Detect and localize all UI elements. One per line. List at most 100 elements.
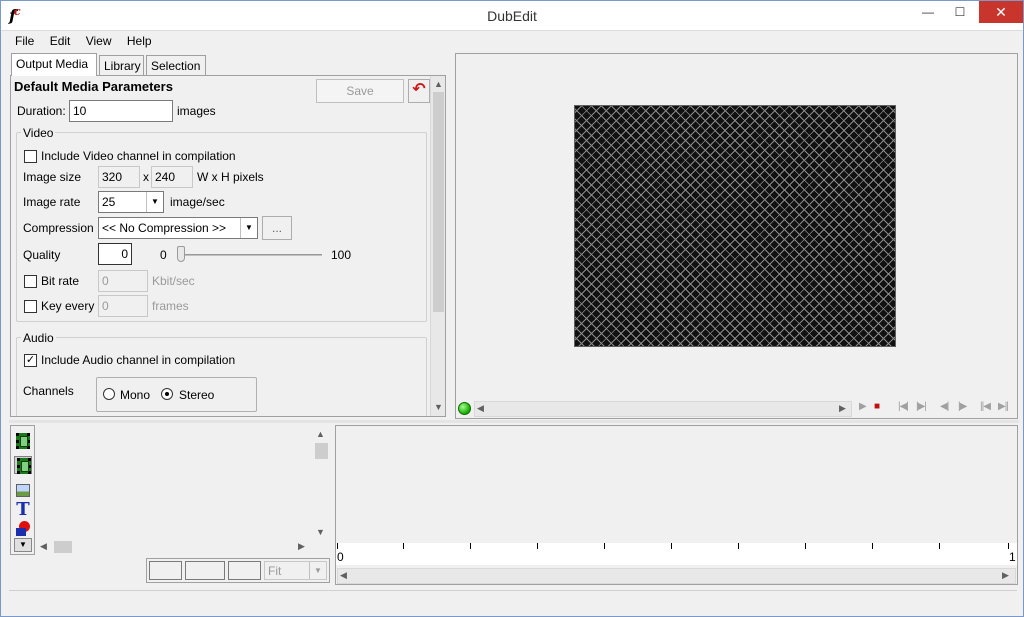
menu-view[interactable]: View [80,32,118,48]
ruler-start-label: 0 [337,550,344,564]
scroll-left-icon[interactable]: ◀ [477,403,484,414]
timeline-ruler[interactable]: 0 1 [336,543,1017,565]
stereo-radio[interactable] [161,388,173,400]
params-heading: Default Media Parameters [14,79,173,94]
size-unit: W x H pixels [197,170,264,184]
image-height-input[interactable]: 240 [151,166,193,188]
chevron-down-icon[interactable]: ▼ [146,192,163,212]
library-hscroll-thumb[interactable] [54,541,72,553]
field-2[interactable] [185,561,225,580]
chevron-down-icon[interactable]: ▼ [309,562,326,579]
menu-file[interactable]: File [9,32,40,48]
quality-min-label: 0 [160,248,167,262]
scroll-right-icon[interactable]: ▶ [839,403,846,414]
close-button[interactable]: ✕ [979,1,1023,23]
scroll-right-icon[interactable]: ▶ [1002,570,1009,581]
duration-label: Duration: [17,104,66,118]
green-led-icon [458,402,471,415]
key-every-input[interactable]: 0 [98,295,148,317]
include-audio-label: Include Audio channel in compilation [41,353,236,367]
preview-panel: ◀ ▶ ▶ ■ |◀| |▶| ◀| |▶ ||◀ ▶|| [455,53,1018,419]
timeline-panel: 0 1 ◀ ▶ [335,425,1018,585]
scroll-up-icon[interactable]: ▲ [434,79,443,89]
compression-label: Compression [23,221,94,235]
zoom-value: Fit [268,564,282,578]
compression-options-button[interactable]: ... [262,216,292,240]
step-back-icon[interactable]: |◀| [898,401,909,412]
step-forward-icon[interactable]: |▶| [916,401,927,412]
library-vscrollbar[interactable]: ▲ ▼ [313,427,329,537]
status-bar [9,590,1017,610]
field-1[interactable] [149,561,182,580]
image-rate-select[interactable]: 25 ▼ [98,191,164,213]
go-start-icon[interactable]: ||◀ [980,401,991,412]
bitrate-unit: Kbit/sec [152,274,195,288]
image-width-input[interactable]: 320 [98,166,140,188]
transport-bar: ◀ ▶ ▶ ■ |◀| |▶| ◀| |▶ ||◀ ▶|| [456,400,1017,418]
size-separator: x [143,170,149,184]
tab-output-media[interactable]: Output Media [11,53,97,76]
tab-library[interactable]: Library [99,55,144,75]
scroll-left-icon[interactable]: ◀ [340,570,347,581]
bitrate-input[interactable]: 0 [98,270,148,292]
mark-out-icon[interactable]: |▶ [958,401,967,412]
scroll-down-icon[interactable]: ▼ [434,402,443,412]
scroll-right-icon[interactable]: ▶ [298,541,305,552]
shapes-icon[interactable] [14,520,32,538]
menu-help[interactable]: Help [121,32,158,48]
save-button[interactable]: Save [316,79,404,103]
library-list: ▲ ▼ ◀ ▶ [38,425,330,555]
quality-label: Quality [23,248,61,262]
minimize-button[interactable]: — [913,1,943,23]
quality-slider-track[interactable] [179,254,322,256]
include-audio-checkbox[interactable]: ✓ [24,354,37,367]
tab-selection[interactable]: Selection [146,55,206,75]
horizontal-splitter[interactable] [9,420,1019,423]
tools-more-icon[interactable]: ▼ [14,538,32,552]
preview-position-scrollbar[interactable]: ◀ ▶ [474,401,852,417]
video-clip-icon[interactable] [14,456,32,474]
duration-input[interactable]: 10 [69,100,173,122]
scroll-left-icon[interactable]: ◀ [40,541,47,552]
main-window: fc DubEdit — ☐ ✕ File Edit View Help Out… [0,0,1024,617]
audio-group-label: Audio [21,331,56,345]
quality-input[interactable]: 0 [98,243,132,265]
key-every-label: Key every [41,299,95,313]
mono-radio[interactable] [103,388,115,400]
bitrate-checkbox[interactable] [24,275,37,288]
bottom-fields: Fit ▼ [146,558,330,583]
tool-palette: T ▼ [10,425,35,555]
key-every-unit: frames [152,299,189,313]
image-rate-label: Image rate [23,195,81,209]
scroll-down-icon[interactable]: ▼ [316,527,325,537]
key-every-checkbox[interactable] [24,300,37,313]
include-video-checkbox[interactable] [24,150,37,163]
stop-icon[interactable]: ■ [874,401,880,412]
include-video-label: Include Video channel in compilation [41,149,236,163]
text-icon[interactable]: T [14,501,32,519]
window-title: DubEdit [487,8,537,24]
stereo-label: Stereo [179,388,215,402]
play-icon[interactable]: ▶ [859,401,867,412]
field-3[interactable] [228,561,261,580]
go-end-icon[interactable]: ▶|| [998,401,1009,412]
channels-label: Channels [23,384,74,398]
scroll-up-icon[interactable]: ▲ [316,429,325,439]
params-scrollbar[interactable]: ▲ ▼ [430,76,445,416]
compression-value: << No Compression >> [102,221,227,235]
compression-select[interactable]: << No Compression >> ▼ [98,217,258,239]
menu-edit[interactable]: Edit [44,32,77,48]
undo-arrow-icon[interactable]: ↶ [408,79,430,103]
library-vscroll-thumb[interactable] [315,443,328,459]
chevron-down-icon[interactable]: ▼ [240,218,257,238]
mark-in-icon[interactable]: ◀| [940,401,949,412]
video-clip-icon[interactable] [14,432,32,450]
quality-slider-thumb[interactable] [177,246,185,262]
image-icon[interactable] [14,482,32,500]
params-scroll-thumb[interactable] [433,92,444,312]
zoom-select[interactable]: Fit ▼ [264,561,327,580]
timeline-hscrollbar[interactable]: ◀ ▶ [337,568,1016,584]
maximize-button[interactable]: ☐ [945,1,975,23]
menu-bar: File Edit View Help [9,32,1017,52]
library-hscrollbar[interactable]: ◀ ▶ [38,539,312,555]
